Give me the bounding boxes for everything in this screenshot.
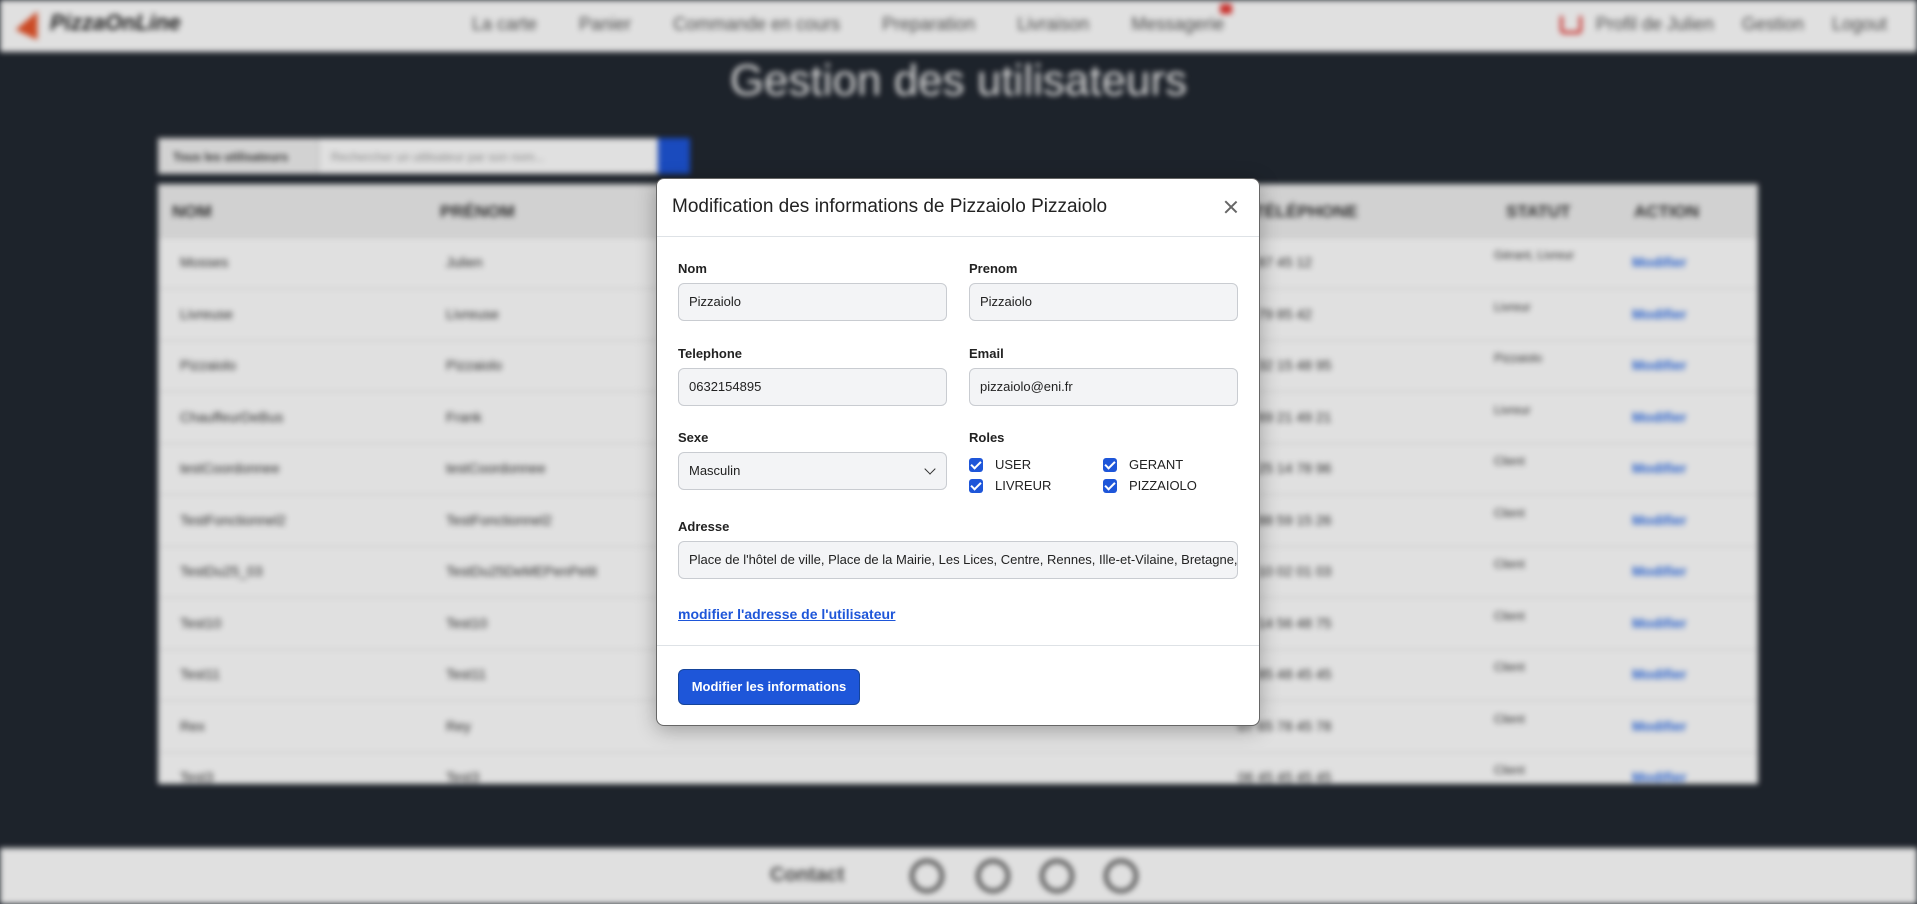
sexe-label: Sexe	[678, 430, 709, 445]
role-livreur-checkbox[interactable]: LIVREUR	[969, 478, 1051, 493]
role-livreur-label: LIVREUR	[995, 478, 1052, 493]
nom-input[interactable]: Pizzaiolo	[678, 283, 947, 321]
prenom-input[interactable]: Pizzaiolo	[969, 283, 1238, 321]
telephone-label: Telephone	[678, 346, 743, 361]
modal-footer-divider	[657, 645, 1259, 646]
telephone-input[interactable]: 0632154895	[678, 368, 947, 406]
modify-address-link[interactable]: modifier l'adresse de l'utilisateur	[678, 606, 896, 622]
roles-label: Roles	[969, 430, 1005, 445]
prenom-label: Prenom	[969, 261, 1018, 276]
checkbox-checked-icon	[1103, 478, 1117, 493]
edit-user-modal: Modification des informations de Pizzaio…	[656, 178, 1260, 726]
role-pizzaiolo-label: PIZZAIOLO	[1129, 478, 1197, 493]
role-gerant-label: GERANT	[1129, 457, 1184, 472]
role-user-checkbox[interactable]: USER	[969, 457, 1031, 472]
role-pizzaiolo-checkbox[interactable]: PIZZAIOLO	[1103, 478, 1197, 493]
modal-title: Modification des informations de Pizzaio…	[672, 196, 1108, 217]
adresse-input[interactable]: Place de l'hôtel de ville, Place de la M…	[678, 541, 1238, 579]
role-user-label: USER	[995, 457, 1032, 472]
sexe-select-value: Masculin	[689, 463, 741, 478]
modal-header: Modification des informations de Pizzaio…	[657, 179, 1259, 237]
checkbox-checked-icon	[969, 457, 983, 472]
nom-label: Nom	[678, 261, 707, 276]
submit-button[interactable]: Modifier les informations	[678, 669, 860, 705]
checkbox-checked-icon	[969, 478, 983, 493]
chevron-down-icon	[924, 463, 936, 475]
close-icon[interactable]	[1221, 197, 1241, 217]
email-input[interactable]: pizzaiolo@eni.fr	[969, 368, 1238, 406]
role-gerant-checkbox[interactable]: GERANT	[1103, 457, 1183, 472]
adresse-label: Adresse	[678, 519, 730, 534]
sexe-select[interactable]: Masculin	[678, 452, 947, 490]
checkbox-checked-icon	[1103, 457, 1117, 472]
email-label: Email	[969, 346, 1004, 361]
